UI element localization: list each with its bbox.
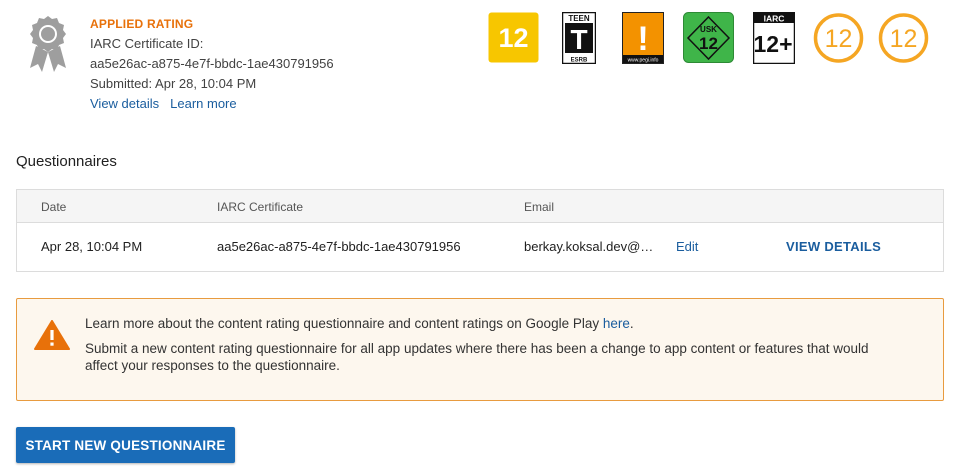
esrb-teen-label: TEEN xyxy=(568,14,590,23)
rating-circle-12-b: 12 xyxy=(878,13,929,63)
warning-line-2: Submit a new content rating questionnair… xyxy=(85,341,869,373)
pegi-url: www.pegi.info xyxy=(628,58,659,64)
badge-12-text: 12 xyxy=(498,23,528,53)
circle-12-text-b: 12 xyxy=(890,25,918,53)
pegi-exclamation: ! xyxy=(637,20,648,58)
esrb-label: ESRB xyxy=(571,58,588,64)
applied-rating-title: APPLIED RATING xyxy=(90,17,194,31)
warning-triangle-icon xyxy=(34,320,70,350)
iarc-12plus-badge: IARC 12+ xyxy=(753,12,795,64)
here-link[interactable]: here xyxy=(603,316,630,331)
pegi-warning-badge: ! www.pegi.info xyxy=(622,12,664,64)
learn-more-link[interactable]: Learn more xyxy=(170,96,236,111)
header-email: Email xyxy=(524,200,555,214)
iarc-label: IARC xyxy=(764,14,785,24)
start-new-questionnaire-button[interactable]: START NEW QUESTIONNAIRE xyxy=(16,427,235,463)
header-date: Date xyxy=(41,200,67,214)
row-certificate: aa5e26ac-a875-4e7f-bbdc-1ae430791956 xyxy=(217,239,461,254)
esrb-teen-badge: TEEN T ESRB xyxy=(562,12,596,64)
table-row: Apr 28, 10:04 PM aa5e26ac-a875-4e7f-bbdc… xyxy=(17,223,943,271)
usk-label: USK xyxy=(700,25,717,34)
applied-rating-panel: APPLIED RATING IARC Certificate ID: aa5e… xyxy=(26,14,466,114)
row-date: Apr 28, 10:04 PM xyxy=(41,239,143,254)
table-header: Date IARC Certificate Email xyxy=(17,190,943,223)
certificate-label: IARC Certificate ID: xyxy=(90,36,204,51)
edit-link[interactable]: Edit xyxy=(676,239,698,254)
content-rating-warning: Learn more about the content rating ques… xyxy=(16,298,944,401)
certificate-id: aa5e26ac-a875-4e7f-bbdc-1ae430791956 xyxy=(90,56,334,71)
view-details-link[interactable]: View details xyxy=(90,96,159,111)
usk-12-badge: USK 12 xyxy=(683,12,734,63)
header-certificate: IARC Certificate xyxy=(217,200,304,214)
submitted-date: Submitted: Apr 28, 10:04 PM xyxy=(90,76,257,91)
warning-line-1: Learn more about the content rating ques… xyxy=(85,316,634,331)
usk-12-text: 12 xyxy=(699,34,718,53)
view-details-button[interactable]: VIEW DETAILS xyxy=(786,239,881,254)
rating-circle-12-a: 12 xyxy=(813,13,864,63)
questionnaires-table: Date IARC Certificate Email Apr 28, 10:0… xyxy=(16,189,944,272)
esrb-t-letter: T xyxy=(570,24,587,55)
rating-badge-12-yellow: 12 xyxy=(488,12,539,63)
row-email: berkay.koksal.dev@g… xyxy=(524,239,658,254)
award-ribbon-icon xyxy=(30,16,66,72)
questionnaires-heading: Questionnaires xyxy=(16,153,117,170)
circle-12-text-a: 12 xyxy=(825,25,853,53)
iarc-12plus-text: 12+ xyxy=(753,31,792,57)
